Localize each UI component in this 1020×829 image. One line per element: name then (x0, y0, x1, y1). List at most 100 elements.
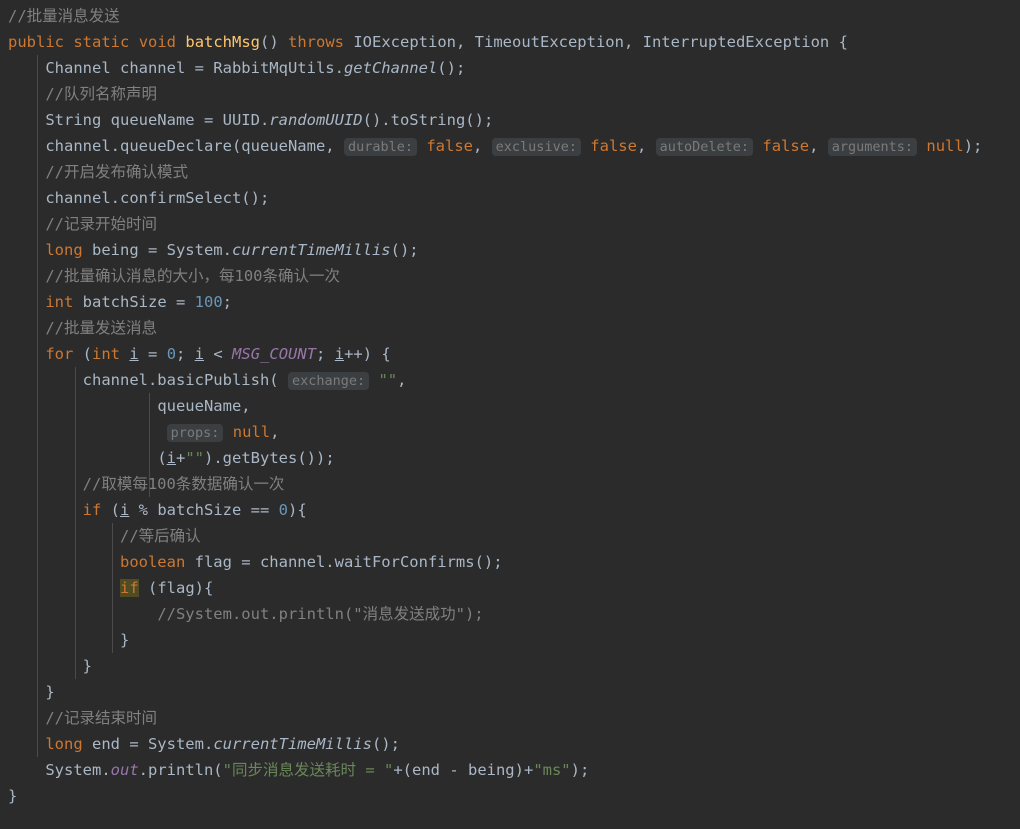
code-token: static (73, 33, 130, 51)
code-token: < (204, 345, 233, 363)
code-token: flag = channel.waitForConfirms(); (185, 553, 503, 571)
code-line[interactable]: Channel channel = RabbitMqUtils.getChann… (8, 55, 1020, 81)
code-line[interactable]: channel.basicPublish( exchange: "", (8, 367, 1020, 393)
code-token: MSG_COUNT (232, 345, 317, 363)
code-line[interactable]: //System.out.println("消息发送成功"); (8, 601, 1020, 627)
code-line[interactable]: int batchSize = 100; (8, 289, 1020, 315)
code-line[interactable]: System.out.println("同步消息发送耗时 = "+(end - … (8, 757, 1020, 783)
code-token: } (8, 787, 18, 805)
parameter-hint-chip: exclusive: (491, 138, 581, 156)
code-line[interactable]: long end = System.currentTimeMillis(); (8, 731, 1020, 757)
code-line[interactable]: //队列名称声明 (8, 81, 1020, 107)
code-line[interactable]: //批量发送消息 (8, 315, 1020, 341)
code-token: if (119, 579, 139, 597)
code-editor-pane[interactable]: //批量消息发送 public static void batchMsg() th… (0, 0, 1020, 829)
code-token: ( (157, 449, 167, 467)
code-token: .println( (138, 761, 223, 779)
code-line[interactable]: //批量确认消息的大小，每100条确认一次 (8, 263, 1020, 289)
code-line[interactable]: //开启发布确认模式 (8, 159, 1020, 185)
code-token: long (45, 735, 83, 753)
code-line[interactable]: for (int i = 0; i < MSG_COUNT; i++) { (8, 341, 1020, 367)
code-token: long (45, 241, 83, 259)
code-line[interactable]: } (8, 783, 1020, 809)
code-lines: //批量消息发送 public static void batchMsg() th… (8, 3, 1020, 809)
code-token: ){ (288, 501, 307, 519)
code-line[interactable]: public static void batchMsg() throws IOE… (8, 29, 1020, 55)
code-token: ( (73, 345, 92, 363)
code-line[interactable]: if (i % batchSize == 0){ (8, 497, 1020, 523)
code-token: null (926, 137, 964, 155)
code-line[interactable]: //等后确认 (8, 523, 1020, 549)
code-token: currentTimeMillis (231, 241, 391, 259)
code-token: //取模每100条数据确认一次 (82, 475, 285, 493)
code-line[interactable]: //批量消息发送 (8, 3, 1020, 29)
code-token: "ms" (533, 761, 571, 779)
code-token: System. (45, 761, 111, 779)
code-token: getChannel (343, 59, 438, 77)
code-token: currentTimeMillis (213, 735, 372, 753)
code-token: public (8, 33, 64, 51)
code-line[interactable]: } (8, 679, 1020, 705)
code-line[interactable]: channel.queueDeclare(queueName, durable:… (8, 133, 1020, 159)
code-line[interactable]: String queueName = UUID.randomUUID().toS… (8, 107, 1020, 133)
code-token: } (82, 657, 92, 675)
code-line[interactable]: channel.confirmSelect(); (8, 185, 1020, 211)
code-token: "同步消息发送耗时 = " (222, 761, 394, 779)
code-token: } (45, 683, 55, 701)
code-token: batchSize = (73, 293, 195, 311)
code-token: int (45, 293, 74, 311)
code-token: //批量确认消息的大小，每100条确认一次 (45, 267, 340, 285)
code-token: end = System. (82, 735, 214, 753)
code-token: = (138, 345, 167, 363)
code-token: //System.out.println("消息发送成功"); (157, 605, 484, 623)
code-token: //开启发布确认模式 (45, 163, 188, 181)
code-token: () (260, 33, 289, 51)
code-token: 100 (194, 293, 223, 311)
code-token: i (120, 501, 130, 519)
code-line[interactable]: } (8, 653, 1020, 679)
code-token: boolean (119, 553, 186, 571)
code-line[interactable]: queueName, (8, 393, 1020, 419)
code-token: ); (963, 137, 983, 155)
code-line[interactable]: (i+"").getBytes()); (8, 445, 1020, 471)
code-token: i (166, 449, 176, 467)
code-token: //等后确认 (119, 527, 201, 545)
code-token: ( (101, 501, 120, 519)
code-token: //记录开始时间 (45, 215, 157, 233)
code-line[interactable]: if (flag){ (8, 575, 1020, 601)
code-line[interactable]: //记录结束时间 (8, 705, 1020, 731)
code-token: 0 (166, 345, 177, 363)
code-token: //批量消息发送 (8, 7, 120, 25)
code-line[interactable]: //记录开始时间 (8, 211, 1020, 237)
code-token: + (176, 449, 186, 467)
code-line[interactable]: } (8, 627, 1020, 653)
code-token: channel.queueDeclare(queueName, (45, 137, 344, 155)
code-token: if (82, 501, 102, 519)
code-line[interactable]: props: null, (8, 419, 1020, 445)
code-token: , (270, 423, 280, 441)
code-token: , (809, 137, 828, 155)
code-line[interactable]: //取模每100条数据确认一次 (8, 471, 1020, 497)
code-token: ().toString(); (362, 111, 494, 129)
code-token: "" (185, 449, 205, 467)
code-area[interactable]: //批量消息发送 public static void batchMsg() th… (0, 3, 1020, 809)
code-line[interactable]: boolean flag = channel.waitForConfirms()… (8, 549, 1020, 575)
parameter-hint-chip: durable: (343, 138, 417, 156)
code-line[interactable]: long being = System.currentTimeMillis(); (8, 237, 1020, 263)
